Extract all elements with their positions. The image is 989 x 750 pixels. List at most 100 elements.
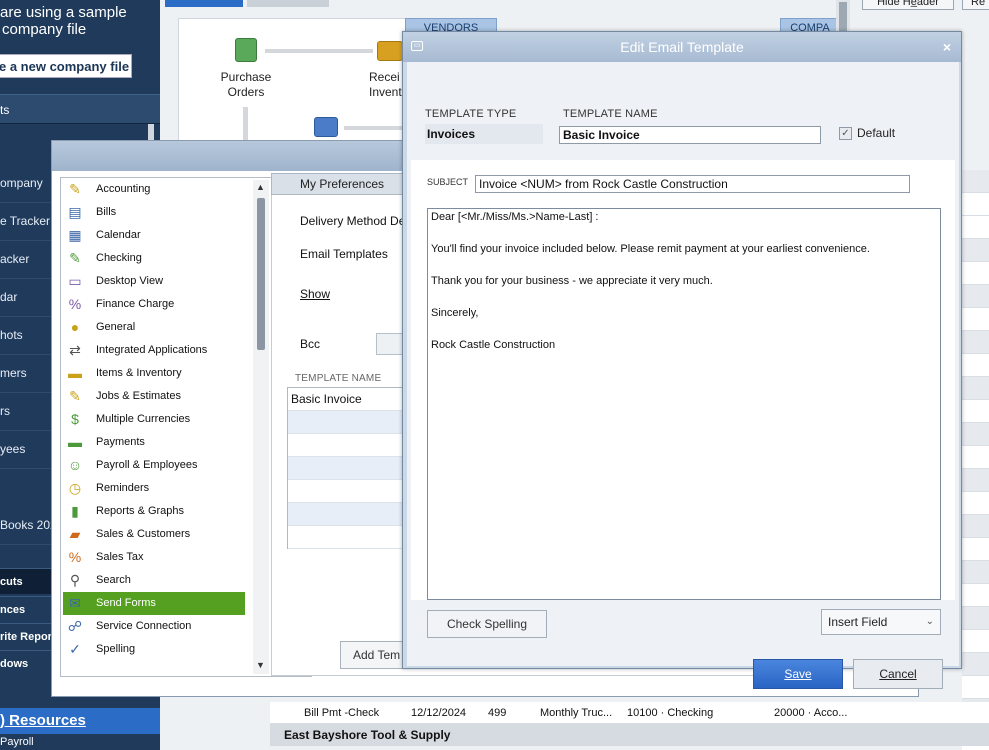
create-company-file-button[interactable]: e a new company file — [0, 54, 132, 78]
preference-category[interactable]: $ Multiple Currencies — [63, 408, 245, 431]
body-line: Thank you for your business - we appreci… — [431, 275, 713, 287]
template-row[interactable] — [288, 434, 406, 457]
purchase-orders-label[interactable]: Purchase Orders — [206, 70, 286, 100]
table-group-header[interactable]: East Bayshore Tool & Supply — [270, 724, 989, 746]
dialog-body: TEMPLATE TYPE Invoices TEMPLATE NAME Bas… — [407, 62, 959, 689]
top-tabs — [165, 0, 335, 8]
preference-category[interactable]: ✎ Checking — [63, 247, 245, 270]
table-row[interactable]: Bill Pmt -Check 12/12/2024 499 Monthly T… — [270, 702, 989, 724]
scroll-up-icon[interactable]: ▲ — [256, 182, 265, 192]
preference-category[interactable]: ▰ Sales & Customers — [63, 523, 245, 546]
body-line: You'll find your invoice included below.… — [431, 243, 870, 255]
bcc-label: Bcc — [300, 337, 321, 351]
row-split: 20000 · Acco... — [774, 707, 848, 719]
workflow-arrow — [265, 49, 373, 53]
subject-label: SUBJECT — [427, 177, 469, 187]
preference-category[interactable]: ▬ Payments — [63, 431, 245, 454]
template-row[interactable] — [288, 411, 406, 434]
template-row[interactable] — [288, 503, 406, 526]
save-button[interactable]: Save — [753, 659, 843, 689]
category-label: Items & Inventory — [96, 367, 182, 379]
integrated-apps-icon: ⇄ — [69, 342, 81, 358]
preference-category[interactable]: ⇄ Integrated Applications — [63, 339, 245, 362]
payroll-employees-icon: ☺ — [67, 457, 83, 473]
checkmark-icon: ✓ — [841, 128, 850, 139]
category-label: Accounting — [96, 183, 151, 195]
purchase-orders-icon[interactable] — [235, 38, 257, 62]
cancel-button[interactable]: Cancel — [853, 659, 943, 689]
tab-home[interactable] — [165, 0, 243, 7]
default-label: Default — [857, 126, 896, 140]
category-label: Finance Charge — [96, 298, 175, 310]
body-line: Dear [<Mr./Miss/Ms.>Name-Last] : — [431, 211, 599, 223]
template-type-label: TEMPLATE TYPE — [425, 108, 517, 120]
preference-category[interactable]: ✎ Jobs & Estimates — [63, 385, 245, 408]
template-row[interactable] — [288, 457, 406, 480]
sales-tax-icon: % — [68, 549, 82, 565]
category-label: Sales & Customers — [96, 528, 191, 540]
category-label: Spelling — [96, 643, 136, 655]
bills-icon: ▤ — [68, 204, 82, 220]
category-label: Jobs & Estimates — [96, 390, 181, 402]
preference-category[interactable]: ▮ Reports & Graphs — [63, 500, 245, 523]
template-name-input[interactable]: Basic Invoice — [559, 126, 821, 144]
service-connection-icon: ☍ — [67, 618, 83, 634]
multiple-currencies-icon: $ — [71, 411, 79, 427]
edit-email-template-dialog: ▭ Edit Email Template × TEMPLATE TYPE In… — [402, 31, 962, 689]
shortcuts-header[interactable]: ts — [0, 94, 160, 124]
receive-inventory-icon[interactable] — [377, 41, 403, 61]
grid-row — [962, 308, 989, 331]
grid-row — [962, 492, 989, 515]
template-row[interactable]: Basic Invoice — [288, 388, 406, 411]
preference-category[interactable]: ▤ Bills — [63, 201, 245, 224]
preference-category[interactable]: ◷ Reminders — [63, 477, 245, 500]
preference-category[interactable]: ▦ Calendar — [63, 224, 245, 247]
category-scrollbar-thumb[interactable] — [257, 198, 265, 350]
purchase-orders-line2: Orders — [227, 85, 265, 99]
window-menu-icon[interactable]: ▭ — [411, 41, 423, 51]
email-body-textarea[interactable]: Dear [<Mr./Miss/Ms.>Name-Last] : You'll … — [427, 208, 941, 600]
preference-category[interactable]: ▭ Desktop View — [63, 270, 245, 293]
sample-notice-line2: company file — [2, 21, 87, 38]
resources-link[interactable]: ) Resources — [0, 708, 160, 734]
preference-category[interactable]: ✓ Spelling — [63, 638, 245, 661]
payroll-link[interactable]: Payroll — [0, 736, 160, 750]
insert-field-dropdown[interactable]: Insert Field ⌄ — [821, 609, 941, 635]
category-label: Reports & Graphs — [96, 505, 185, 517]
preference-category[interactable]: ✎ Accounting — [63, 178, 245, 201]
template-row[interactable] — [288, 526, 406, 549]
template-name-label: TEMPLATE NAME — [563, 108, 658, 120]
enter-bills-icon[interactable] — [314, 117, 338, 137]
dialog-title: Edit Email Template — [620, 39, 744, 55]
refresh-button[interactable]: Re — [962, 0, 989, 10]
search-icon: ⚲ — [69, 572, 81, 588]
close-icon[interactable]: × — [943, 32, 951, 62]
purchase-orders-line1: Purchase — [220, 70, 272, 84]
preference-category[interactable]: % Finance Charge — [63, 293, 245, 316]
preference-category[interactable]: ▬ Items & Inventory — [63, 362, 245, 385]
preference-category[interactable]: ☍ Service Connection — [63, 615, 245, 638]
preference-category[interactable]: ⚲ Search — [63, 569, 245, 592]
body-line: Rock Castle Construction — [431, 339, 556, 351]
grid-row — [962, 630, 989, 653]
scroll-down-icon[interactable]: ▼ — [256, 660, 265, 670]
dialog-titlebar[interactable]: ▭ Edit Email Template × — [403, 32, 961, 62]
tab-insights[interactable] — [247, 0, 329, 7]
check-spelling-button[interactable]: Check Spelling — [427, 610, 547, 638]
tab-my-preferences[interactable]: My Preferences — [271, 173, 406, 195]
preference-category[interactable]: ☺ Payroll & Employees — [63, 454, 245, 477]
default-checkbox[interactable]: ✓ — [839, 127, 852, 140]
category-scrollbar[interactable]: ▲ ▼ — [253, 180, 269, 674]
category-label: Integrated Applications — [96, 344, 208, 356]
category-label: Calendar — [96, 229, 141, 241]
preference-category[interactable]: ✉ Send Forms — [63, 592, 245, 615]
preference-category[interactable]: % Sales Tax — [63, 546, 245, 569]
category-label: Bills — [96, 206, 117, 218]
template-row[interactable] — [288, 480, 406, 503]
hide-header-button[interactable]: Hide He̲ader — [862, 0, 954, 10]
add-template-button[interactable]: Add Tem — [340, 641, 406, 669]
grid-row — [962, 193, 989, 216]
home-scrollbar-thumb[interactable] — [839, 2, 847, 32]
subject-input[interactable]: Invoice <NUM> from Rock Castle Construct… — [475, 175, 910, 193]
preference-category[interactable]: ● General — [63, 316, 245, 339]
